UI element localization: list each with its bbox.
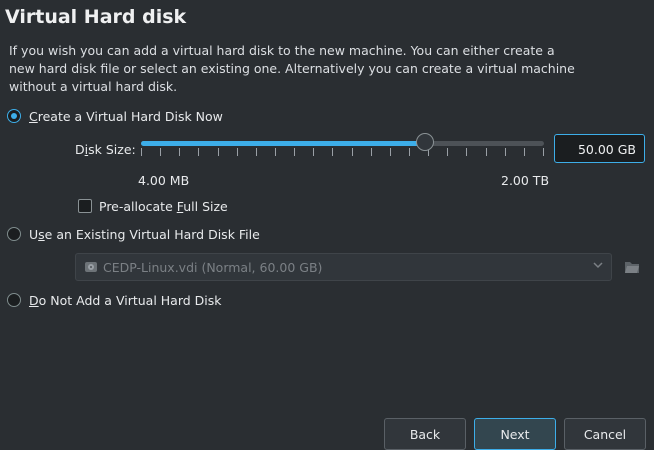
slider-tick: [255, 148, 257, 156]
preallocate-label[interactable]: Pre-allocate Full Size: [99, 199, 228, 214]
slider-tick: [543, 148, 544, 156]
cancel-button[interactable]: Cancel: [564, 418, 646, 450]
slider-tick: [523, 148, 525, 156]
slider-tick: [198, 148, 200, 156]
use-existing-label[interactable]: Use an Existing Virtual Hard Disk File: [29, 227, 260, 242]
create-disk-radio[interactable]: [7, 109, 21, 123]
slider-tick: [141, 148, 142, 156]
slider-tick: [313, 148, 315, 156]
chevron-down-icon: [593, 262, 603, 269]
do-not-add-label[interactable]: Do Not Add a Virtual Hard Disk: [29, 293, 222, 308]
disk-size-max-label: 2.00 TB: [501, 173, 550, 188]
next-button[interactable]: Next: [474, 418, 556, 450]
disk-size-slider-fill: [141, 141, 426, 146]
disk-size-slider-handle[interactable]: [416, 133, 435, 151]
disk-size-min-label: 4.00 MB: [138, 173, 190, 188]
page-title: Virtual Hard disk: [5, 6, 187, 28]
disk-size-input[interactable]: 50.00 GB: [554, 134, 645, 163]
disk-size-label: Disk Size:: [75, 142, 136, 157]
page-description: If you wish you can add a virtual hard d…: [9, 43, 575, 94]
slider-tick: [294, 148, 296, 156]
slider-tick: [217, 148, 219, 156]
existing-file-value: CEDP-Linux.vdi (Normal, 60.00 GB): [103, 260, 323, 275]
hard-disk-icon: [85, 262, 97, 272]
slider-tick: [485, 148, 487, 156]
folder-icon[interactable]: [623, 258, 641, 276]
slider-tick: [409, 148, 410, 156]
slider-tick: [236, 148, 238, 156]
slider-tick: [179, 148, 181, 156]
slider-tick: [466, 148, 468, 156]
do-not-add-radio[interactable]: [7, 293, 21, 307]
back-button[interactable]: Back: [384, 418, 466, 450]
slider-tick: [447, 148, 449, 156]
use-existing-radio[interactable]: [7, 227, 21, 241]
slider-tick: [275, 148, 276, 156]
slider-tick: [351, 148, 353, 156]
preallocate-checkbox[interactable]: [78, 199, 92, 213]
slider-tick: [332, 148, 334, 156]
existing-file-combo[interactable]: CEDP-Linux.vdi (Normal, 60.00 GB): [75, 253, 612, 281]
slider-tick: [370, 148, 372, 156]
disk-size-slider-track[interactable]: [141, 141, 544, 146]
disk-size-slider-ticks: [141, 148, 544, 158]
slider-tick: [504, 148, 506, 156]
slider-tick: [389, 148, 391, 156]
slider-tick: [160, 148, 162, 156]
create-disk-label[interactable]: Create a Virtual Hard Disk Now: [29, 109, 223, 124]
